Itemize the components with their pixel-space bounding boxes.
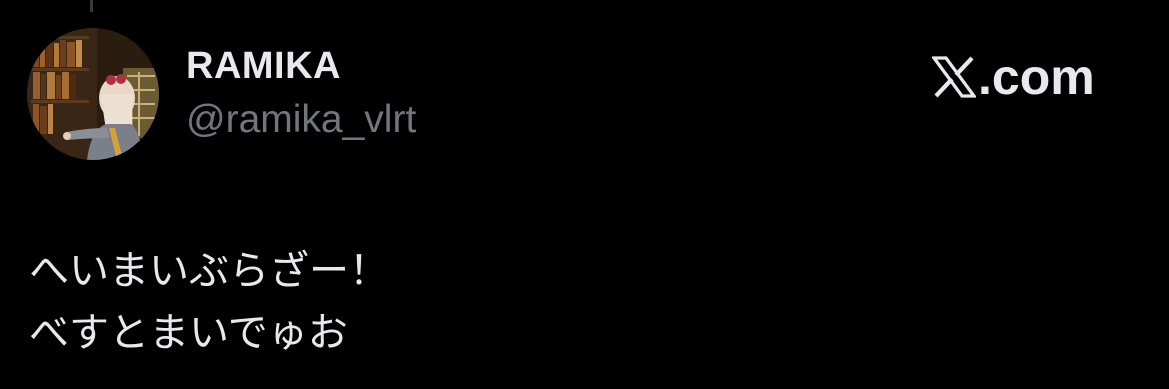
post-text-line: へいまいぶらざー！	[29, 248, 389, 294]
avatar[interactable]	[27, 28, 159, 160]
post-text: へいまいぶらざー！ べすとまいでゅお	[29, 240, 389, 364]
thread-connector-line	[90, 0, 93, 12]
avatar-photo	[27, 28, 159, 160]
post-text-line: べすとまいでゅお	[29, 310, 348, 356]
author-display-name[interactable]: RAMIKA	[186, 44, 341, 88]
x-logo-icon	[932, 56, 976, 98]
author-handle[interactable]: @ramika_vlrt	[186, 97, 416, 143]
x-com-brand: .com	[932, 52, 1095, 102]
brand-domain-text: .com	[978, 49, 1095, 105]
